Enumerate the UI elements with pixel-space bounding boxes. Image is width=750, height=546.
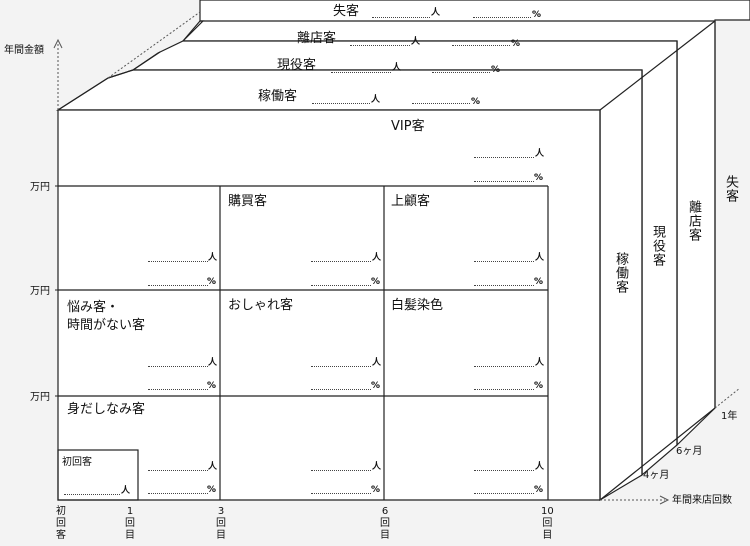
customer-segmentation-diagram: 年間金額 万円 万円 万円 年間来店回数 初 回 客 1 回 目 3 回 目 6… xyxy=(0,0,750,546)
cell-hakuhatsu-label: 白髪染色 xyxy=(391,298,444,313)
side-geneki-label: 現役客 xyxy=(650,225,665,267)
x-tick-6: 6 回 目 xyxy=(380,506,390,541)
layer-riten-label: 離店客 xyxy=(297,31,337,46)
side-kadou-label: 稼働客 xyxy=(613,252,628,294)
y-tick-2: 万円 xyxy=(30,286,50,297)
depth-tick-1y: 1年 xyxy=(721,411,738,422)
layer-kadou-label: 稼働客 xyxy=(258,89,298,104)
y-axis-label: 年間金額 xyxy=(4,45,44,56)
y-tick-1: 万円 xyxy=(30,182,50,193)
cell-vip-label: VIP客 xyxy=(391,119,425,134)
cell-midashinami-label: 身だしなみ客 xyxy=(67,402,146,417)
side-shikkyaku-label: 失客 xyxy=(723,175,738,203)
x-tick-10: 10 回 目 xyxy=(541,506,554,541)
x-tick-shokai: 初 回 客 xyxy=(56,506,66,541)
depth-tick-6m: 6ヶ月 xyxy=(676,446,703,457)
depth-tick-4m: 4ヶ月 xyxy=(643,470,670,481)
layer-shikkyaku-label: 失客 xyxy=(333,4,360,19)
layer-geneki-label: 現役客 xyxy=(277,58,317,73)
cell-shokai-label: 初回客 xyxy=(62,457,92,468)
cell-oshare-label: おしゃれ客 xyxy=(228,298,294,313)
x-axis-label: 年間来店回数 xyxy=(672,495,732,506)
y-tick-3: 万円 xyxy=(30,392,50,403)
cell-kobai-label: 購買客 xyxy=(228,194,268,209)
cell-nayami-label: 悩み客・ 時間がない客 xyxy=(67,300,146,333)
x-tick-3: 3 回 目 xyxy=(216,506,226,541)
x-tick-1: 1 回 目 xyxy=(125,506,135,541)
side-riten-label: 離店客 xyxy=(686,200,701,242)
cell-jouko-label: 上顧客 xyxy=(391,194,431,209)
